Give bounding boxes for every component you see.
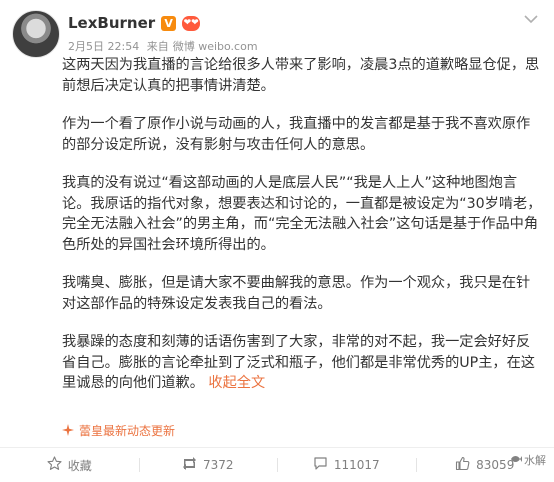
post-paragraph-text: 我暴躁的态度和刻薄的话语伤害到了大家，非常的对不起，我一定会好好反省自己。膨胀的… — [62, 334, 535, 391]
watermark-fish-icon — [510, 454, 522, 467]
star-icon — [47, 456, 62, 474]
watermark-text: 水解 — [524, 454, 546, 467]
chevron-down-icon[interactable] — [522, 12, 540, 26]
favorite-label: 收藏 — [67, 458, 92, 473]
post-paragraph: 我真的没有说过“看这部动画的人是底层人民”“我是人上人”这种地图炮言论。我原话的… — [62, 175, 542, 253]
post-timestamp[interactable]: 2月5日 22:54 — [68, 40, 139, 53]
fan-medal-badge[interactable]: ❤❤ — [182, 15, 201, 31]
action-bar: 收藏 7372 111017 83059 — [0, 448, 554, 482]
post-source: 微博 weibo.com — [172, 40, 258, 53]
comment-button[interactable]: 111017 — [277, 448, 416, 482]
post-paragraph: 这两天因为我直播的言论给很多人带来了影响，凌晨3点的道歉略显仓促，思前想后决定认… — [62, 57, 540, 94]
thumbs-up-icon — [455, 456, 470, 474]
post-paragraph: 我嘴臭、膨胀，但是请大家不要曲解我的意思。作为一个观众，我只是在针对这部作品的特… — [62, 275, 531, 312]
repost-icon — [182, 456, 197, 474]
post-paragraph-last: 我暴躁的态度和刻薄的话语伤害到了大家，非常的对不起，我一定会好好反省自己。膨胀的… — [62, 332, 542, 394]
vip-badge[interactable]: V — [161, 15, 177, 31]
post-meta: 2月5日 22:54 来自 微博 weibo.com — [68, 38, 262, 54]
source-prefix: 来自 — [146, 40, 169, 53]
tip-text: 蕾皇最新动态更新 — [79, 423, 176, 438]
comment-count: 111017 — [333, 458, 380, 472]
post-paragraph: 作为一个看了原作小说与动画的人，我直播中的发言都是基于我不喜欢原作的部分设定所说… — [62, 116, 531, 153]
dynamic-update-tip[interactable]: 蕾皇最新动态更新 — [62, 421, 175, 439]
comment-icon — [313, 456, 328, 474]
repost-button[interactable]: 7372 — [138, 448, 278, 482]
avatar[interactable] — [12, 10, 60, 58]
username[interactable]: LexBurner — [68, 14, 155, 32]
like-count: 83059 — [476, 458, 515, 472]
watermark: 水解 — [510, 452, 546, 468]
repost-count: 7372 — [202, 458, 234, 472]
post-content: 这两天因为我直播的言论给很多人带来了影响，凌晨3点的道歉略显仓促，思前想后决定认… — [62, 55, 542, 394]
weibo-post: LexBurner V ❤❤ 2月5日 22:54 来自 微博 weibo.com… — [0, 0, 554, 482]
sparkle-icon — [62, 424, 74, 436]
favorite-button[interactable]: 收藏 — [0, 448, 139, 482]
author-row: LexBurner V ❤❤ — [68, 13, 201, 33]
collapse-full-text-link[interactable]: 收起全文 — [208, 375, 265, 391]
